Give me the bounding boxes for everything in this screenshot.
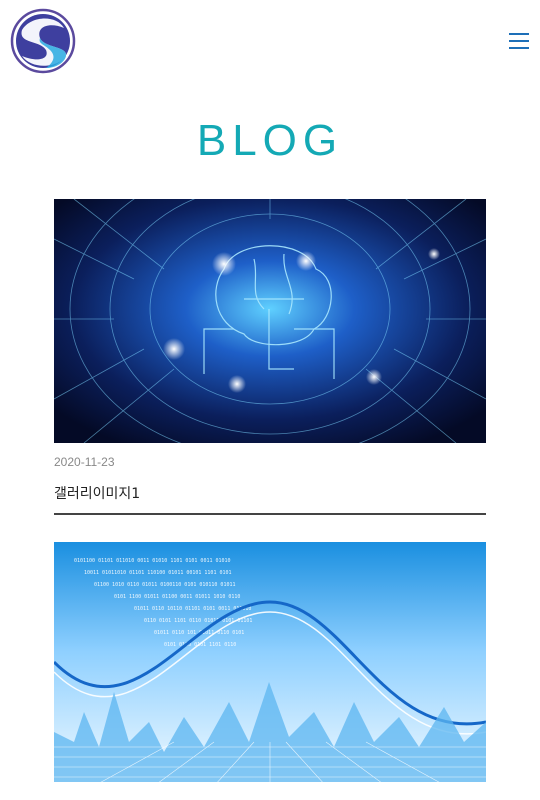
svg-text:0101 1100 01011 01100 0011 010: 0101 1100 01011 01100 0011 01011 1010 01… (114, 594, 240, 600)
menu-button[interactable] (505, 30, 533, 54)
blog-post-card[interactable]: 2020-11-23 갤러리이미지1 (54, 199, 486, 515)
ai-brain-circuit-image (54, 199, 486, 443)
svg-text:10011 01011010 01101 110100 01: 10011 01011010 01101 110100 01011 00101 … (84, 570, 232, 576)
post-date: 2020-11-23 (54, 455, 115, 469)
post-thumbnail[interactable] (54, 199, 486, 443)
page-title: BLOG (196, 116, 344, 165)
blog-post-card[interactable]: 0101100 01101 011010 0011 01010 1101 010… (54, 542, 486, 782)
logo-s-circle-icon[interactable] (10, 8, 76, 74)
site-header (0, 0, 540, 80)
svg-text:0101100 01101 011010 0011 0101: 0101100 01101 011010 0011 01010 1101 010… (74, 558, 231, 564)
binary-world-map-wave-image: 0101100 01101 011010 0011 01010 1101 010… (54, 542, 486, 782)
hamburger-menu-icon (509, 33, 529, 35)
svg-text:01100 1010 0110 01011 0100110: 01100 1010 0110 01011 0100110 0101 01011… (94, 582, 235, 588)
post-thumbnail[interactable]: 0101100 01101 011010 0011 01010 1101 010… (54, 542, 486, 782)
post-title[interactable]: 갤러리이미지1 (54, 483, 486, 515)
